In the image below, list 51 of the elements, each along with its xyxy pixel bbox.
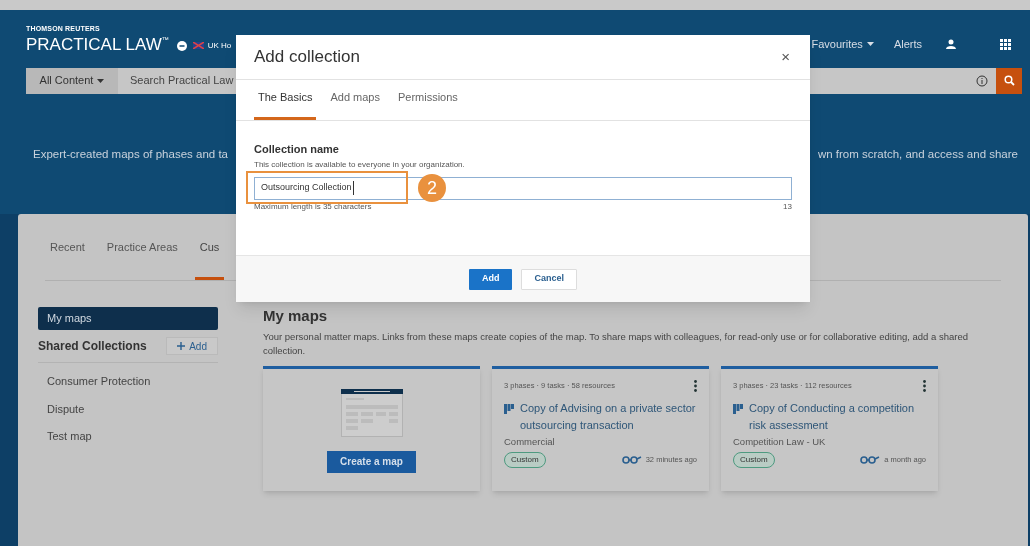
close-button[interactable]: × [781,45,790,69]
caret-icon [866,42,874,47]
map-thumbnail-drawing [340,388,403,437]
cancel-button[interactable]: Cancel [521,268,577,290]
glasses-icon [621,455,642,465]
search-button[interactable] [996,67,1022,94]
search-icon [1003,75,1015,86]
field-label: Collection name [254,142,340,157]
glasses-icon [860,455,881,465]
section-tab[interactable]: Cus [194,238,225,280]
map-title-link[interactable]: Copy of Conducting a competition risk assessment [749,399,926,434]
scope-dropdown[interactable]: All Content [26,67,118,94]
region-label[interactable]: UK Ho [207,39,232,52]
nav-link[interactable]: Alerts [893,36,922,53]
plus-icon [177,342,186,350]
dialog-title: Add collection [254,46,360,69]
section-tab[interactable]: Practice Areas [101,238,183,280]
description-text: Your personal matter maps. Links from these maps create copies of the map. To share maps with colleagues, for read-only use or for collaborative editing, add a shared collection. [263,329,969,358]
page-heading: My maps [263,306,329,326]
section-tab[interactable]: Recent [45,238,90,280]
info-icon[interactable] [976,74,988,87]
map-title-link[interactable]: Copy of Advising on a private sector outsourcing transaction [520,399,697,434]
collection-link[interactable]: Consumer Protection [47,373,218,390]
map-icon [504,403,514,414]
map-icon [733,403,743,414]
nav-link[interactable]: Favourites [811,36,874,53]
practice-area: Competition Law - UK [733,434,926,449]
character-count: 13 [783,200,792,213]
tagline-text: wn from scratch, and access and share [817,146,1018,162]
sidebar-item[interactable]: My maps [38,307,218,330]
dialog-tab[interactable]: The Basics [254,88,317,120]
collection-link[interactable]: Test map [47,428,218,445]
brand-logo: PRACTICAL LAW [26,34,162,55]
field-help-text: This collection is available to everyone in your organization. [254,158,466,171]
more-options-icon[interactable] [923,379,926,392]
practice-area: Commercial [504,434,697,449]
create-map-button[interactable]: Create a map [327,450,416,473]
tagline-text: Expert-created maps of phases and ta [33,146,228,162]
user-icon[interactable] [946,39,956,50]
collection-link[interactable]: Dispute [47,400,218,417]
field-hint: Maximum length is 35 characters [254,200,372,213]
section-heading: Shared Collections [38,338,147,355]
add-button[interactable]: Add [469,268,513,290]
custom-tag: Custom [733,451,775,468]
more-options-icon[interactable] [694,379,697,392]
caret-icon [97,78,105,83]
flag-icon [192,42,204,49]
custom-tag: Custom [504,451,546,468]
add-collection-button[interactable]: Add [166,337,218,355]
dropdown-icon[interactable] [176,40,187,51]
apps-grid-icon[interactable] [1000,38,1012,50]
